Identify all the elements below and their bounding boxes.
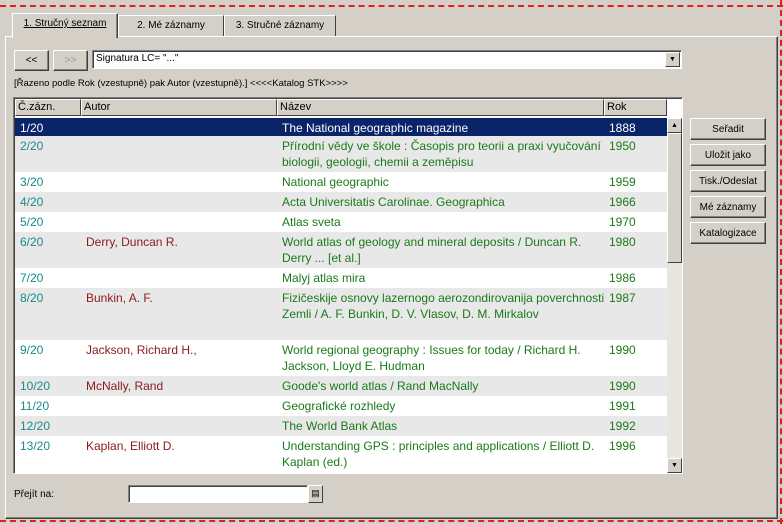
chevron-down-icon[interactable]: ▼ (665, 52, 680, 67)
table-row[interactable]: 6/20 Derry, Duncan R. World atlas of geolo… (15, 232, 667, 268)
table-row[interactable]: 2/20 Přírodní vědy ve škole : Časopis pro… (15, 136, 667, 172)
next-page-button[interactable]: >> (53, 50, 88, 71)
record-year: 1970 (609, 215, 636, 229)
column-header-title[interactable]: Název (277, 99, 604, 116)
record-year: 1986 (609, 271, 636, 285)
record-author: Kaplan, Elliott D. (86, 439, 175, 453)
record-year: 1996 (609, 439, 636, 453)
focus-border-right (780, 0, 782, 524)
my-records-button[interactable]: Mé záznamy (690, 196, 766, 218)
record-title: Geografické rozhledy (282, 399, 396, 413)
table-row[interactable]: 5/20 Atlas sveta 1970 (15, 212, 667, 232)
vertical-scrollbar[interactable]: ▲ ▼ (667, 118, 682, 473)
column-header-author[interactable]: Autor (81, 99, 277, 116)
record-year: 1959 (609, 175, 636, 189)
record-number: 11/20 (20, 399, 50, 413)
record-title: Understanding GPS : principles and appli… (282, 439, 595, 469)
record-number: 12/20 (20, 419, 51, 433)
record-title: Acta Universitatis Carolinae. Geographic… (282, 195, 505, 209)
scrollbar-thumb[interactable] (667, 133, 682, 263)
tab-brief-list[interactable]: 1. Stručný seznam (12, 13, 118, 38)
table-row[interactable]: 7/20 Malyj atlas mira 1986 (15, 268, 667, 288)
grid-body: 1/20 The National geographic magazine 1888… (15, 118, 667, 473)
record-title: National geographic (282, 175, 389, 189)
tab-my-records-label: 2. Mé záznamy (137, 20, 205, 31)
table-row[interactable]: 12/20 The World Bank Atlas 1992 (15, 416, 667, 436)
record-title: Goode's world atlas / Rand MacNally (282, 379, 479, 393)
column-header-number[interactable]: Č.zázn. (15, 99, 81, 116)
record-year: 1950 (609, 139, 636, 153)
catalog-window: 1. Stručný seznam 2. Mé záznamy 3. Struč… (0, 0, 783, 524)
record-author: McNally, Rand (86, 379, 164, 393)
table-row[interactable]: 4/20 Acta Universitatis Carolinae. Geogra… (15, 192, 667, 212)
table-row[interactable]: 1/20 The National geographic magazine 1888 (15, 118, 667, 136)
table-row[interactable]: 10/20 McNally, Rand Goode's world atlas / … (15, 376, 667, 396)
record-title: The World Bank Atlas (282, 419, 398, 433)
table-row[interactable]: 13/20 Kaplan, Elliott D. Understanding GPS… (15, 436, 667, 472)
record-year: 1980 (609, 235, 636, 249)
record-author: Bunkin, A. F. (86, 291, 153, 305)
table-row[interactable]: 9/20 Jackson, Richard H., World regional g… (15, 340, 667, 376)
record-title: World atlas of geology and mineral depos… (282, 235, 582, 265)
record-number: 9/20 (20, 343, 44, 357)
goto-label: Přejít na: (14, 489, 55, 500)
focus-border-top (0, 5, 783, 7)
tab-brief-list-label: 1. Stručný seznam (23, 18, 107, 29)
record-title: Přírodní vědy ve škole : Časopis pro teo… (282, 139, 601, 169)
list-picker-icon[interactable]: ▤ (308, 485, 323, 503)
record-number: 4/20 (20, 195, 44, 209)
print-send-button[interactable]: Tisk./Odeslat (690, 170, 766, 192)
prev-page-button[interactable]: << (14, 50, 49, 71)
record-year: 1991 (609, 399, 636, 413)
record-number: 10/20 (20, 379, 51, 393)
table-row[interactable]: 8/20 Bunkin, A. F. Fizičeskije osnovy laze… (15, 288, 667, 340)
record-number: 5/20 (20, 215, 44, 229)
record-title: World regional geography : Issues for to… (282, 343, 581, 373)
record-number: 1/20 (20, 121, 44, 135)
record-year: 1987 (609, 291, 636, 305)
record-title: Malyj atlas mira (282, 271, 366, 285)
record-year: 1990 (609, 343, 636, 357)
tab-brief-records[interactable]: 3. Stručné záznamy (224, 15, 336, 37)
sort-info: [Řazeno podle Rok (vzestupně) pak Autor … (14, 78, 348, 89)
record-number: 2/20 (20, 139, 44, 153)
scroll-up-icon[interactable]: ▲ (667, 118, 682, 133)
tab-my-records[interactable]: 2. Mé záznamy (118, 15, 224, 37)
scroll-down-icon[interactable]: ▼ (667, 458, 682, 473)
cataloging-button[interactable]: Katalogizace (690, 222, 766, 244)
grid-header: Č.zázn. Autor Název Rok (15, 99, 667, 116)
column-header-year[interactable]: Rok (604, 99, 667, 116)
record-title: The National geographic magazine (282, 121, 469, 135)
record-number: 7/20 (20, 271, 44, 285)
record-number: 13/20 (20, 439, 51, 453)
table-row[interactable]: 3/20 National geographic 1959 (15, 172, 667, 192)
record-number: 6/20 (20, 235, 44, 249)
record-year: 1992 (609, 419, 636, 433)
query-select[interactable]: Signatura LC= "..." ▼ (92, 50, 682, 69)
goto-input[interactable] (128, 485, 308, 503)
record-title: Atlas sveta (282, 215, 341, 229)
record-year: 1966 (609, 195, 636, 209)
records-grid: Č.zázn. Autor Název Rok 1/20 The National… (13, 97, 683, 474)
focus-border-bottom (0, 520, 783, 522)
record-title: Fizičeskije osnovy lazernogo aerozondiro… (282, 291, 605, 321)
query-select-value: Signatura LC= "..." (96, 53, 179, 64)
record-number: 3/20 (20, 175, 44, 189)
record-author: Derry, Duncan R. (86, 235, 178, 249)
table-row[interactable]: 11/20 Geografické rozhledy 1991 (15, 396, 667, 416)
save-as-button[interactable]: Uložit jako (690, 144, 766, 166)
record-year: 1888 (609, 121, 636, 135)
record-author: Jackson, Richard H., (86, 343, 197, 357)
record-number: 8/20 (20, 291, 44, 305)
sort-button[interactable]: Seřadit (690, 118, 766, 140)
tab-brief-records-label: 3. Stručné záznamy (235, 20, 325, 31)
record-year: 1990 (609, 379, 636, 393)
